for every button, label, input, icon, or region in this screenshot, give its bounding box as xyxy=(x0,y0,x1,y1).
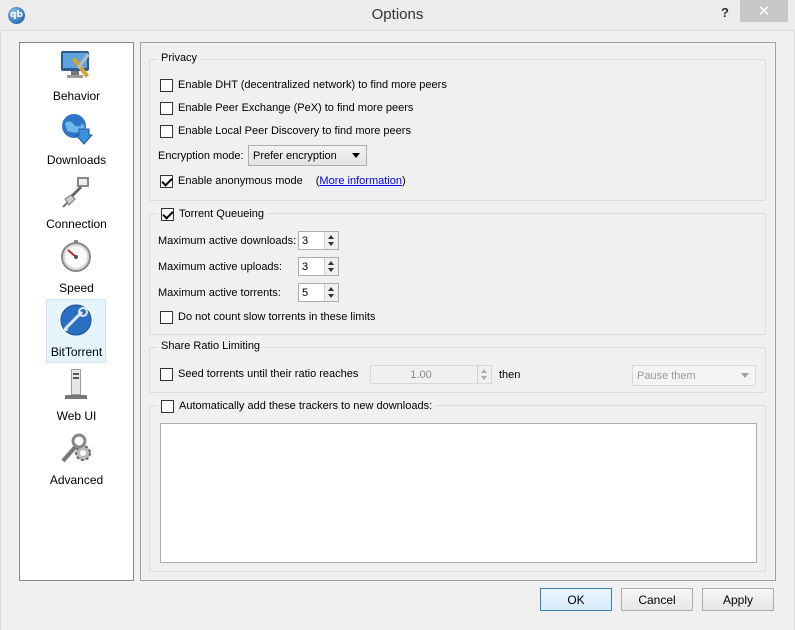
spin-buttons[interactable] xyxy=(324,284,338,301)
pex-label: Enable Peer Exchange (PeX) to find more … xyxy=(178,102,414,114)
anonymous-label: Enable anonymous mode xyxy=(178,175,303,187)
encryption-mode-value: Prefer encryption xyxy=(253,149,337,162)
ratio-value: 1.00 xyxy=(410,369,432,381)
privacy-group-title: Privacy xyxy=(158,52,201,64)
spin-buttons[interactable] xyxy=(324,232,338,249)
max-downloads-spinbox[interactable]: 3 xyxy=(298,231,339,250)
torrent-queueing-checkbox[interactable] xyxy=(161,207,174,221)
auto-trackers-label: Automatically add these trackers to new … xyxy=(179,400,433,412)
sidebar-item-speed[interactable]: Speed xyxy=(20,235,133,299)
sidebar-item-advanced[interactable]: Advanced xyxy=(20,427,133,491)
ratio-action-select[interactable]: Pause them xyxy=(632,365,756,386)
sidebar-item-behavior[interactable]: Behavior xyxy=(20,43,133,107)
spin-up-icon[interactable] xyxy=(328,261,334,265)
slow-torrents-option[interactable]: Do not count slow torrents in these limi… xyxy=(160,308,375,326)
spin-down-icon[interactable] xyxy=(328,294,334,298)
auto-trackers-toggle[interactable]: Automatically add these trackers to new … xyxy=(158,397,436,415)
close-button[interactable]: ✕ xyxy=(740,0,788,22)
max-downloads-label: Maximum active downloads: xyxy=(158,235,297,247)
max-torrents-spinbox[interactable]: 5 xyxy=(298,283,339,302)
sidebar-item-label: Advanced xyxy=(49,473,104,487)
sidebar-item-bittorrent[interactable]: BitTorrent xyxy=(20,299,133,363)
dht-label: Enable DHT (decentralized network) to fi… xyxy=(178,79,447,91)
bittorrent-globe-icon xyxy=(60,304,92,336)
more-info-close-paren: ) xyxy=(401,175,406,187)
max-downloads-row: Maximum active downloads: xyxy=(158,232,296,250)
slow-torrents-label: Do not count slow torrents in these limi… xyxy=(178,311,376,323)
title-bar: qb Options ? ✕ xyxy=(0,0,795,31)
then-row: then xyxy=(499,366,520,384)
sidebar-item-label: Downloads xyxy=(46,153,107,167)
torrent-queueing-toggle[interactable]: Torrent Queueing xyxy=(158,205,267,223)
lpd-label: Enable Local Peer Discovery to find more… xyxy=(178,125,411,137)
dht-option[interactable]: Enable DHT (decentralized network) to fi… xyxy=(160,76,447,94)
web-server-icon xyxy=(65,369,87,399)
sidebar-item-label: Connection xyxy=(46,217,107,231)
ok-button[interactable]: OK xyxy=(540,588,612,611)
apply-button[interactable]: Apply xyxy=(702,588,774,611)
seed-ratio-label: Seed torrents until their ratio reaches xyxy=(178,368,359,380)
options-sidebar: Behavior Downloads Connection Speed BitT… xyxy=(19,42,134,581)
ratio-spinbox[interactable]: 1.00 xyxy=(370,365,492,384)
max-torrents-value: 5 xyxy=(302,287,309,299)
encryption-mode-select[interactable]: Prefer encryption xyxy=(248,145,367,166)
globe-download-icon xyxy=(62,114,93,145)
spin-up-icon[interactable] xyxy=(481,369,487,373)
spin-buttons[interactable] xyxy=(477,366,491,383)
sidebar-item-downloads[interactable]: Downloads xyxy=(20,107,133,171)
ratio-action-value: Pause them xyxy=(637,369,696,382)
spin-up-icon[interactable] xyxy=(328,287,334,291)
seed-ratio-option[interactable]: Seed torrents until their ratio reaches xyxy=(160,365,358,383)
lpd-checkbox[interactable] xyxy=(160,124,173,138)
privacy-group: Privacy Enable DHT (decentralized networ… xyxy=(149,52,766,201)
seed-ratio-checkbox[interactable] xyxy=(160,367,173,381)
pex-option[interactable]: Enable Peer Exchange (PeX) to find more … xyxy=(160,99,413,117)
encryption-label: Encryption mode: xyxy=(158,150,244,162)
sidebar-item-web-ui[interactable]: Web UI xyxy=(20,363,133,427)
monitor-tools-icon xyxy=(61,51,90,78)
slow-torrents-checkbox[interactable] xyxy=(160,310,173,324)
max-uploads-label: Maximum active uploads: xyxy=(158,261,283,273)
spin-buttons[interactable] xyxy=(324,258,338,275)
max-uploads-value: 3 xyxy=(302,261,309,273)
more-information-link[interactable]: More information xyxy=(319,175,402,187)
spin-up-icon[interactable] xyxy=(328,235,334,239)
max-uploads-spinbox[interactable]: 3 xyxy=(298,257,339,276)
dht-checkbox[interactable] xyxy=(160,78,173,92)
max-uploads-row: Maximum active uploads: xyxy=(158,258,282,276)
sidebar-item-label: Speed xyxy=(59,281,94,295)
pex-checkbox[interactable] xyxy=(160,101,173,115)
then-label: then xyxy=(499,369,521,381)
sidebar-item-connection[interactable]: Connection xyxy=(20,171,133,235)
bittorrent-settings-panel: Privacy Enable DHT (decentralized networ… xyxy=(140,42,776,581)
encryption-row: Encryption mode: xyxy=(158,147,244,165)
torrent-queueing-group: Torrent Queueing Maximum active download… xyxy=(149,205,766,335)
chevron-down-icon xyxy=(741,373,749,378)
sidebar-item-label: BitTorrent xyxy=(50,345,103,359)
share-ratio-group-title: Share Ratio Limiting xyxy=(158,340,264,352)
trackers-textarea[interactable] xyxy=(160,423,757,563)
anonymous-option[interactable]: Enable anonymous mode (More information) xyxy=(160,172,406,190)
wrench-gear-icon xyxy=(61,433,91,463)
help-button[interactable]: ? xyxy=(715,4,735,22)
speedometer-icon xyxy=(61,240,91,272)
max-torrents-label: Maximum active torrents: xyxy=(158,287,281,299)
spin-down-icon[interactable] xyxy=(328,268,334,272)
spin-down-icon[interactable] xyxy=(328,242,334,246)
chevron-down-icon xyxy=(352,153,360,158)
share-ratio-group: Share Ratio Limiting Seed torrents until… xyxy=(149,340,766,393)
anonymous-checkbox[interactable] xyxy=(160,174,173,188)
spin-down-icon[interactable] xyxy=(481,376,487,380)
network-plug-icon xyxy=(62,177,89,208)
trackers-group: Automatically add these trackers to new … xyxy=(149,397,766,572)
max-downloads-value: 3 xyxy=(302,235,309,247)
window-title: Options xyxy=(371,6,424,23)
max-torrents-row: Maximum active torrents: xyxy=(158,284,281,302)
sidebar-item-label: Behavior xyxy=(52,89,101,103)
sidebar-item-label: Web UI xyxy=(56,409,97,423)
auto-trackers-checkbox[interactable] xyxy=(161,399,174,413)
torrent-queueing-title: Torrent Queueing xyxy=(179,208,264,220)
lpd-option[interactable]: Enable Local Peer Discovery to find more… xyxy=(160,122,411,140)
cancel-button[interactable]: Cancel xyxy=(621,588,693,611)
